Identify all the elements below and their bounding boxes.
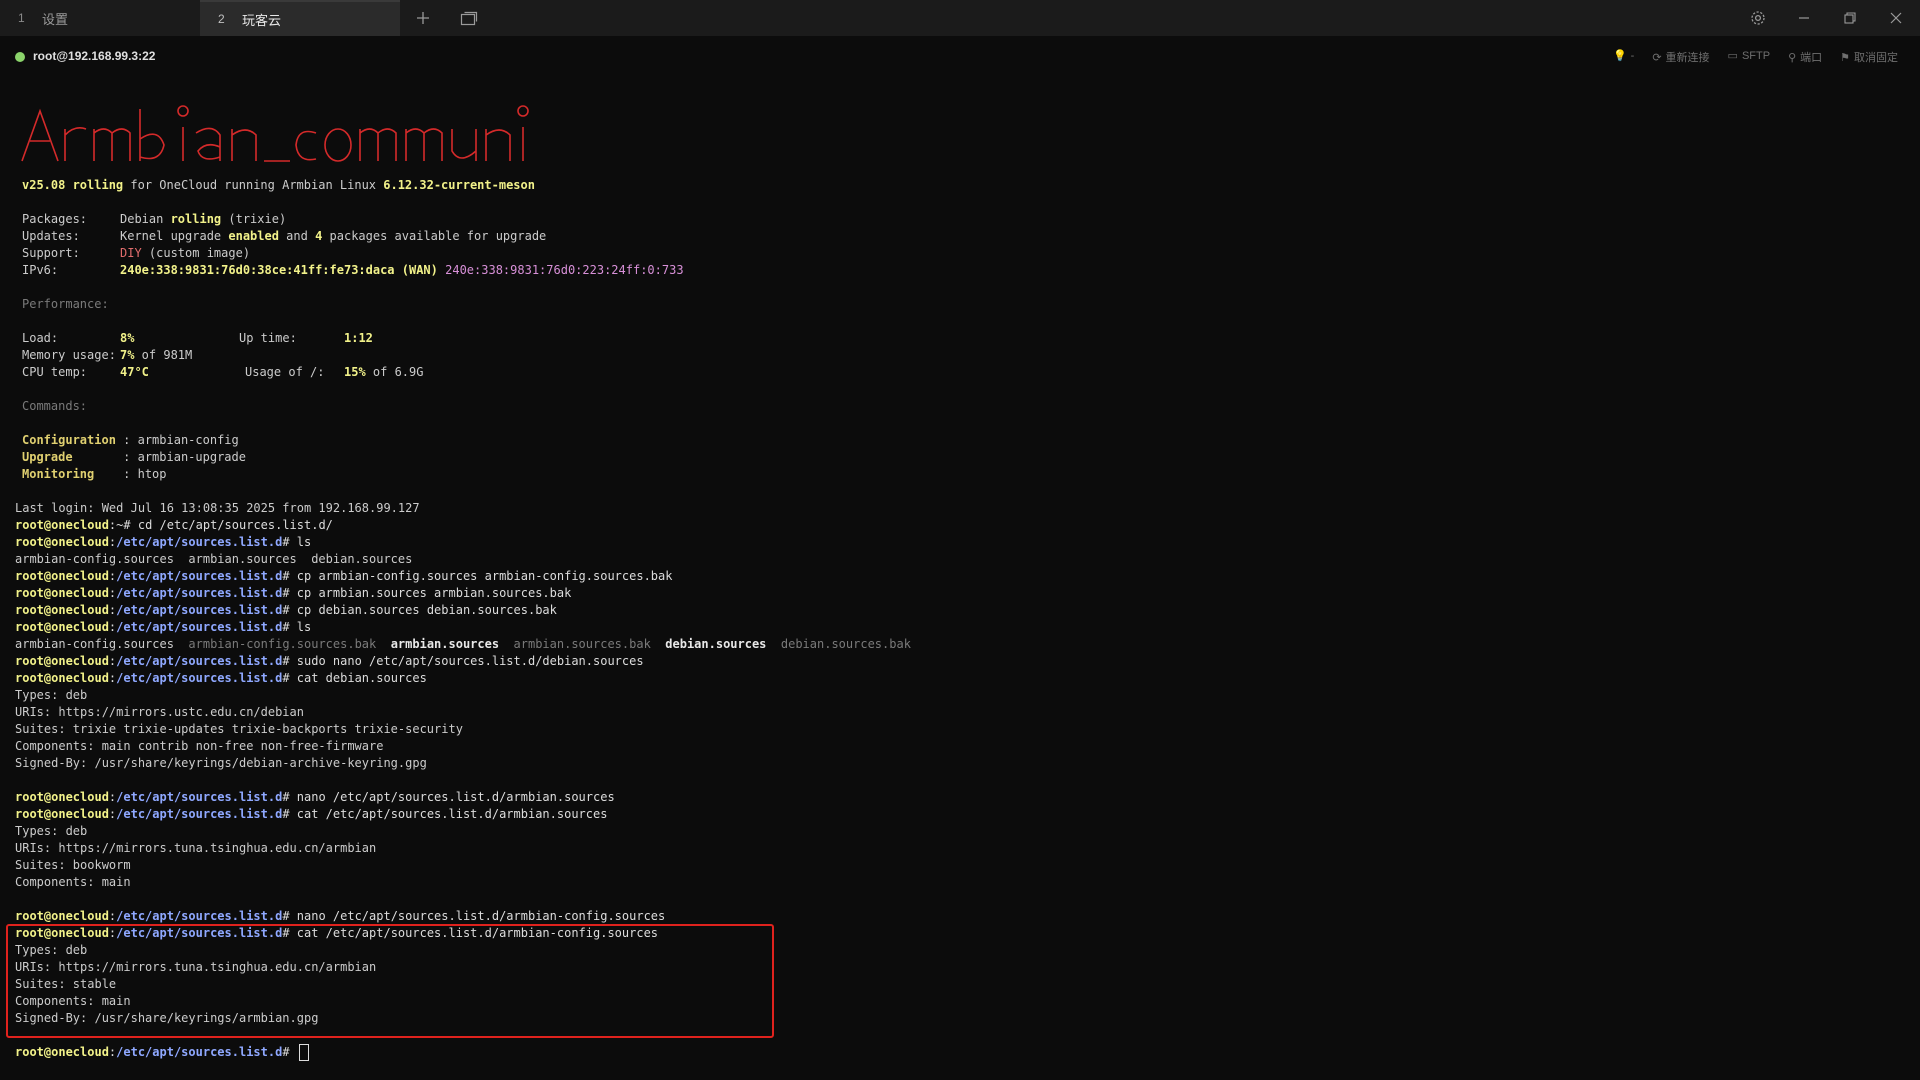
shell-output-line: Components: main contrib non-free non-fr… — [15, 739, 384, 753]
shell-command-line: root@onecloud:/etc/apt/sources.list.d# c… — [15, 603, 557, 617]
motd-support-line: Support: DIY (custom image) — [22, 246, 251, 260]
motd-ipv6-line: IPv6: 240e:338:9831:76d0:38ce:41ff:fe73:d… — [22, 263, 684, 277]
file-name: armbian.sources — [390, 637, 500, 651]
window-titlebar: 1 设置 2 玩客云 — [0, 0, 1920, 36]
file-name: armbian.sources.bak — [513, 637, 651, 651]
shell-output-line: Types: deb — [15, 824, 88, 838]
shell-command-line: root@onecloud:/etc/apt/sources.list.d# c… — [15, 807, 608, 821]
plug-icon: ⚲ — [1788, 52, 1797, 64]
port-button[interactable]: ⚲ 端口 — [1788, 49, 1822, 65]
shell-output-line: Components: main — [15, 875, 131, 889]
shell-command-line: root@onecloud:/etc/apt/sources.list.d# l… — [15, 535, 312, 549]
shell-command-line: root@onecloud:/etc/apt/sources.list.d# n… — [15, 909, 666, 923]
motd-memory-line: Memory usage: 7% of 981M — [22, 348, 193, 362]
connection-status-icon — [15, 52, 25, 62]
motd-command-monitoring: Monitoring : htop — [22, 467, 167, 481]
motd-version-line: v25.08 rolling for OneCloud running Armb… — [22, 178, 535, 192]
motd-performance-heading: Performance: — [22, 297, 109, 311]
shell-current-prompt[interactable]: root@onecloud:/etc/apt/sources.list.d# — [15, 1044, 309, 1061]
reconnect-button[interactable]: ⟳ 重新连接 — [1652, 49, 1709, 65]
shell-output-line: Suites: bookworm — [15, 858, 131, 872]
shell-output-line: URIs: https://mirrors.tuna.tsinghua.edu.… — [15, 841, 377, 855]
shell-output-line: armbian-config.sources armbian-config.so… — [15, 636, 911, 653]
tab-label: 玩客云 — [242, 12, 282, 28]
minimize-icon[interactable] — [1786, 0, 1822, 36]
file-name: armbian-config.sources.bak — [188, 637, 377, 651]
tab-overview-icon[interactable] — [451, 0, 487, 36]
folder-icon: ▭ — [1727, 50, 1738, 62]
shell-command-line: root@onecloud:/etc/apt/sources.list.d# c… — [15, 586, 572, 600]
shell-command-line: root@onecloud:/etc/apt/sources.list.d# l… — [15, 620, 312, 634]
motd-updates-line: Updates: Kernel upgrade enabled and 4 pac… — [22, 229, 547, 243]
gear-icon[interactable] — [1740, 0, 1776, 36]
shell-command-line: root@onecloud:/etc/apt/sources.list.d# c… — [15, 569, 673, 583]
shell-output-line: Types: deb — [15, 688, 88, 702]
session-host: root@192.168.99.3:22 — [33, 49, 156, 63]
last-login-line: Last login: Wed Jul 16 13:08:35 2025 fro… — [15, 501, 420, 515]
refresh-icon: ⟳ — [1652, 52, 1662, 64]
restore-icon[interactable] — [1832, 0, 1868, 36]
shell-output-line: URIs: https://mirrors.ustc.edu.cn/debian — [15, 705, 304, 719]
session-bar: root@192.168.99.3:22 💡 - ⟳ 重新连接 ▭ SFTP ⚲ 端口 … — [0, 38, 1920, 76]
shell-output-line: armbian-config.sources armbian.sources d… — [15, 552, 413, 566]
shell-command-line: root@onecloud:/etc/apt/sources.list.d# c… — [15, 671, 427, 685]
close-icon[interactable] — [1878, 0, 1914, 36]
session-actions: 💡 - ⟳ 重新连接 ▭ SFTP ⚲ 端口 ⚑ 取消固定 — [1613, 49, 1898, 65]
motd-cpu-line: CPU temp: 47°C Usage of /: 15% of 6.9G — [22, 365, 424, 379]
file-name: debian.sources — [665, 637, 767, 651]
shell-command-line: root@onecloud:~# cd /etc/apt/sources.lis… — [15, 518, 333, 532]
file-name: debian.sources.bak — [780, 637, 911, 651]
motd-commands-heading: Commands: — [22, 399, 88, 413]
motd-command-config: Configuration : armbian-config — [22, 433, 239, 447]
sftp-button[interactable]: ▭ SFTP — [1728, 49, 1771, 65]
tab-number: 1 — [18, 11, 25, 25]
annotation-highlight-box — [6, 924, 774, 1038]
unpin-button[interactable]: ⚑ 取消固定 — [1840, 49, 1898, 65]
tab-number: 2 — [218, 12, 225, 26]
shell-output-line: Suites: trixie trixie-updates trixie-bac… — [15, 722, 463, 736]
pin-icon: ⚑ — [1840, 52, 1850, 64]
terminal-cursor — [298, 1044, 309, 1061]
motd-packages-line: Packages: Debian rolling (trixie) — [22, 212, 287, 226]
bulb-button[interactable]: 💡 - — [1613, 49, 1634, 65]
tab-settings[interactable]: 1 设置 — [0, 0, 198, 36]
motd-load-line: Load: 8% Up time: 1:12 — [22, 331, 373, 345]
file-name: armbian-config.sources — [15, 637, 174, 651]
armbian-banner-logo — [21, 105, 529, 162]
motd-command-upgrade: Upgrade : armbian-upgrade — [22, 450, 246, 464]
tab-wankeyun[interactable]: 2 玩客云 — [200, 0, 400, 36]
shell-output-line: Signed-By: /usr/share/keyrings/debian-ar… — [15, 756, 427, 770]
new-tab-icon[interactable] — [405, 0, 441, 36]
bulb-icon: 💡 — [1612, 50, 1627, 62]
tab-label: 设置 — [42, 11, 69, 27]
shell-command-line: root@onecloud:/etc/apt/sources.list.d# s… — [15, 654, 644, 668]
shell-command-line: root@onecloud:/etc/apt/sources.list.d# n… — [15, 790, 615, 804]
